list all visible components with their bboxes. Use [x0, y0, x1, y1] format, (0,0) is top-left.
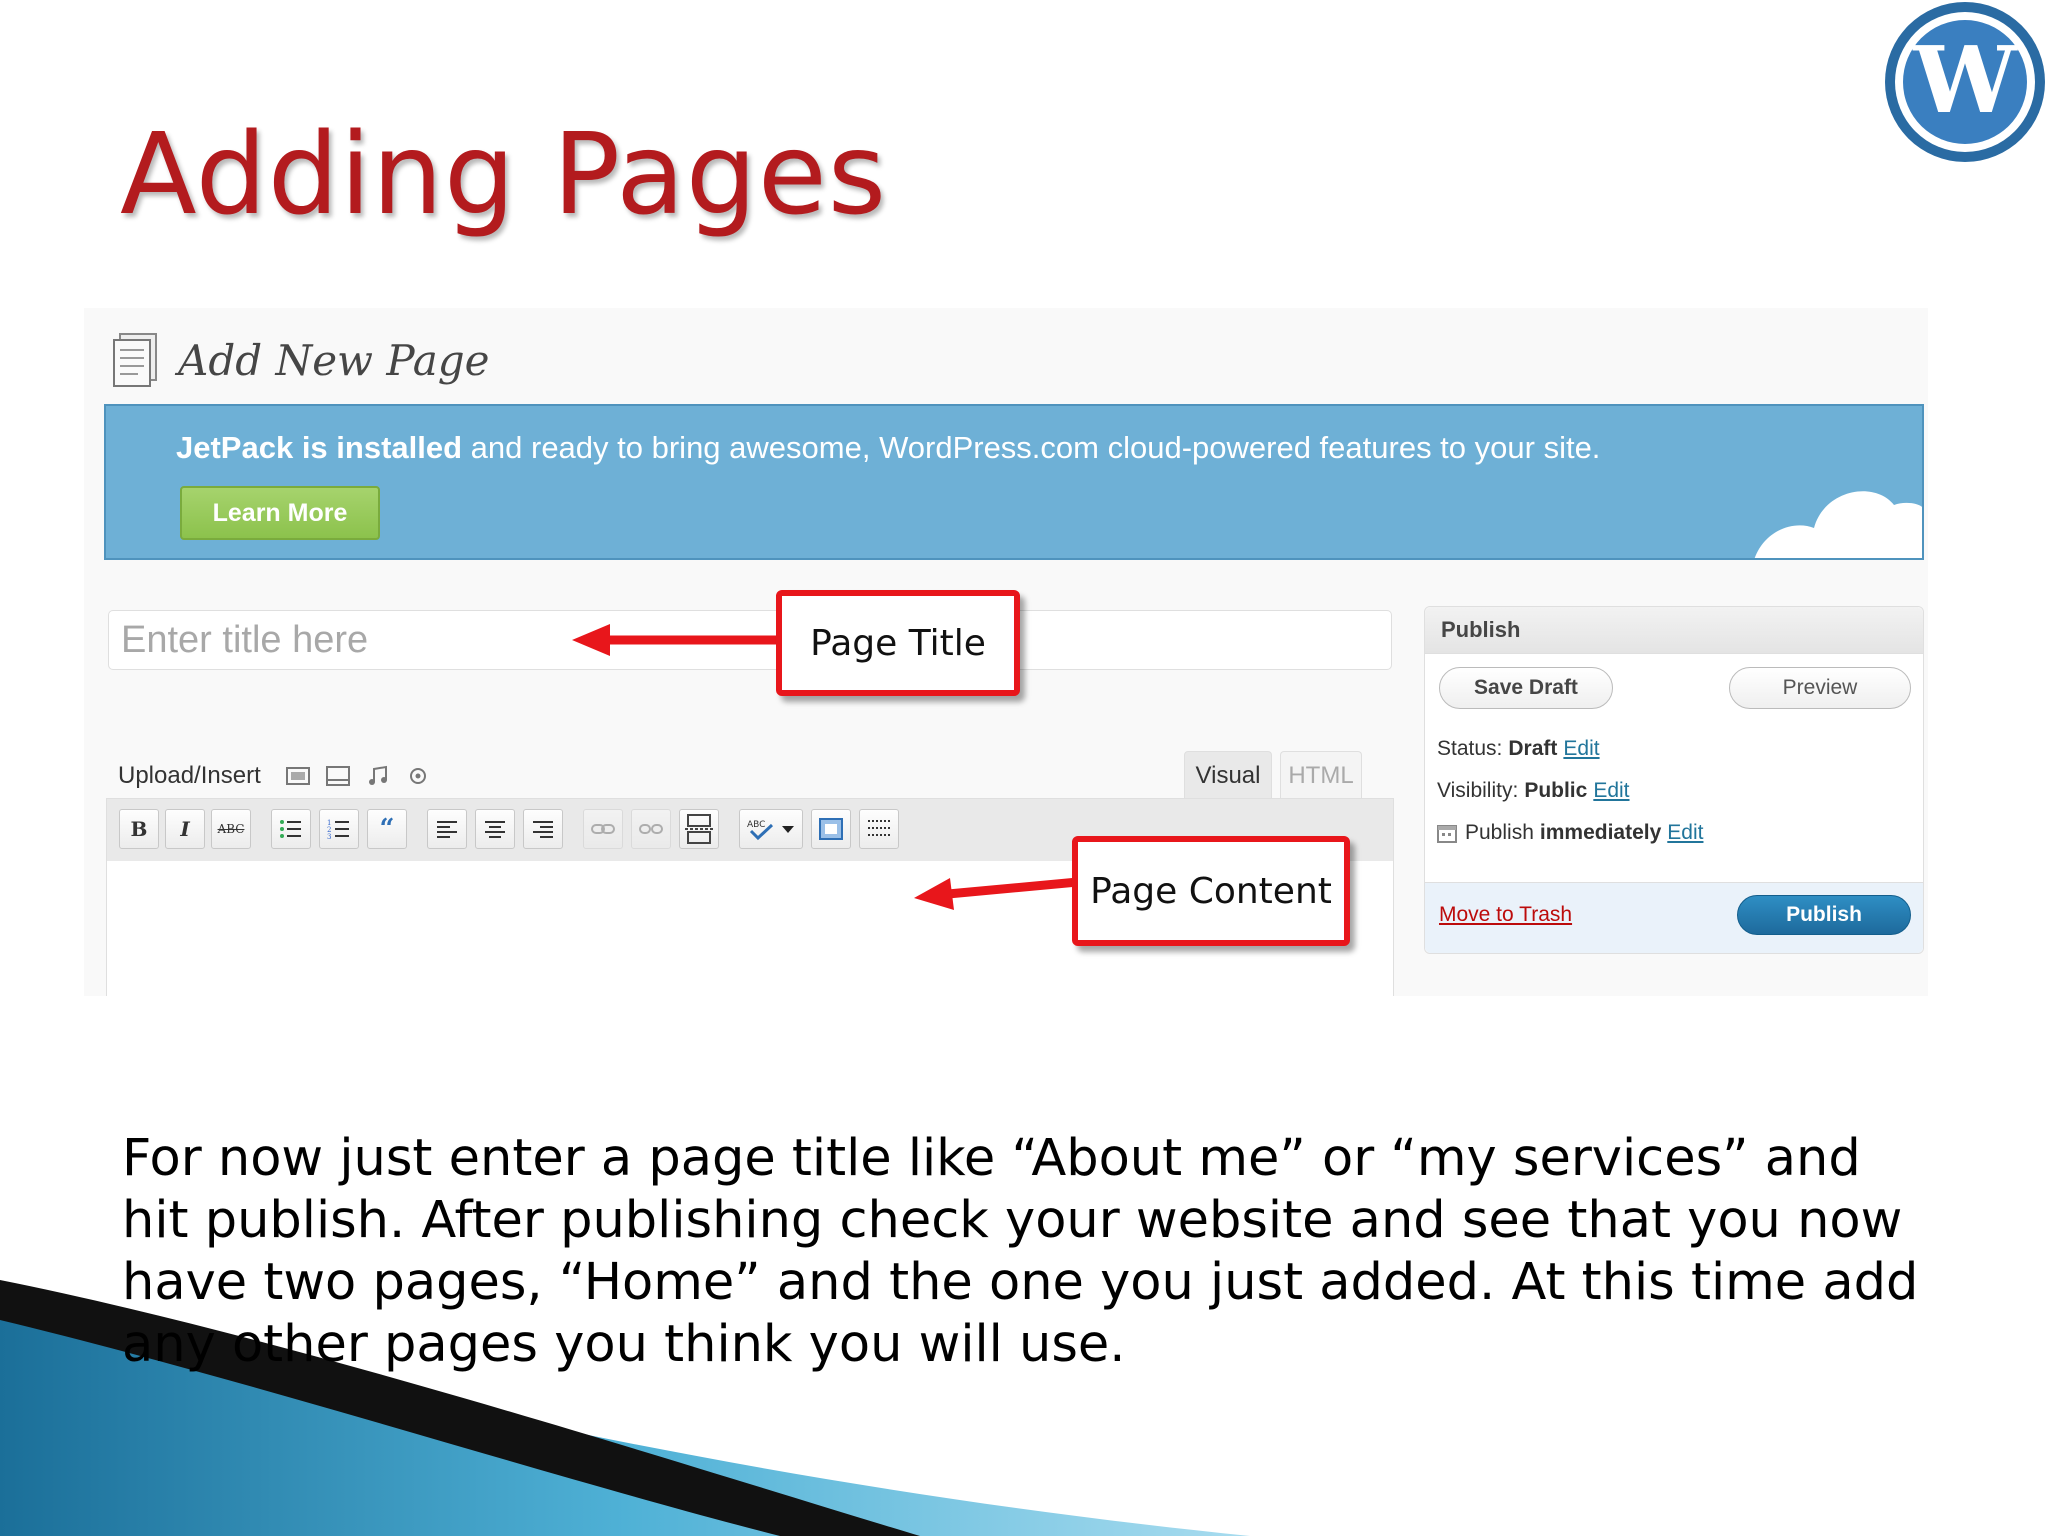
unlink-icon[interactable] [631, 809, 671, 849]
wordpress-logo-icon: W [1885, 2, 2045, 162]
cloud-icon [1754, 491, 1922, 558]
page-heading: Add New Page [178, 335, 490, 385]
schedule-value: immediately [1539, 821, 1662, 844]
page-header: Add New Page [110, 330, 490, 390]
align-right-icon[interactable] [523, 809, 563, 849]
publish-box: Publish Save Draft Preview Status: Draft… [1424, 606, 1924, 954]
image-icon[interactable] [285, 764, 311, 788]
more-tag-icon[interactable] [679, 809, 719, 849]
body-paragraph: For now just enter a page title like “Ab… [122, 1129, 1919, 1374]
publish-heading: Publish [1425, 607, 1923, 654]
visibility-value: Public [1524, 779, 1588, 802]
align-center-icon[interactable] [475, 809, 515, 849]
notice-bold-text: JetPack is installed [176, 430, 463, 465]
visibility-label: Visibility: [1437, 779, 1519, 802]
publish-button[interactable]: Publish [1737, 895, 1911, 935]
schedule-row: Publish immediately Edit [1437, 821, 1703, 845]
move-to-trash-link[interactable]: Move to Trash [1439, 903, 1572, 927]
notice-text: JetPack is installed and ready to bring … [176, 430, 1600, 466]
learn-more-button[interactable]: Learn More [180, 486, 380, 540]
pages-icon [113, 333, 157, 387]
kitchen-sink-icon[interactable] [859, 809, 899, 849]
notice-rest-text: and ready to bring awesome, WordPress.co… [462, 430, 1601, 465]
tab-visual[interactable]: Visual [1184, 751, 1272, 799]
visibility-edit-link[interactable]: Edit [1593, 779, 1629, 803]
media-gear-icon[interactable] [405, 764, 431, 788]
status-value: Draft [1508, 737, 1558, 760]
calendar-icon [1437, 825, 1457, 843]
save-draft-button[interactable]: Save Draft [1439, 667, 1613, 709]
status-label: Status: [1437, 737, 1503, 760]
link-icon[interactable] [583, 809, 623, 849]
jetpack-notice: JetPack is installed and ready to bring … [104, 404, 1924, 560]
page-content-callout: Page Content [1072, 836, 1350, 946]
bold-icon[interactable]: B [119, 809, 159, 849]
publish-actions: Move to Trash Publish [1425, 882, 1923, 953]
upload-insert-label: Upload/Insert [118, 762, 261, 789]
status-edit-link[interactable]: Edit [1563, 737, 1599, 761]
preview-button[interactable]: Preview [1729, 667, 1911, 709]
content-arrow-icon [914, 877, 1078, 910]
schedule-edit-link[interactable]: Edit [1667, 821, 1703, 845]
schedule-label: Publish [1465, 821, 1534, 844]
upload-insert-row: Upload/Insert [118, 756, 445, 796]
audio-icon[interactable] [365, 764, 391, 788]
align-left-icon[interactable] [427, 809, 467, 849]
svg-text:3: 3 [327, 833, 331, 840]
slide-title: Adding Pages [120, 110, 888, 240]
visibility-row: Visibility: Public Edit [1437, 779, 1630, 803]
svg-text:W: W [1912, 26, 2018, 134]
page-title-callout: Page Title [776, 590, 1020, 696]
spellcheck-icon[interactable]: ABC [739, 809, 803, 849]
fullscreen-icon[interactable] [811, 809, 851, 849]
title-arrow-icon [572, 624, 784, 656]
numbered-list-icon[interactable]: 123 [319, 809, 359, 849]
italic-icon[interactable]: I [165, 809, 205, 849]
svg-text:ABC: ABC [747, 820, 765, 830]
video-icon[interactable] [325, 764, 351, 788]
strikethrough-icon[interactable]: ABC [211, 809, 251, 849]
blockquote-icon[interactable]: “ [367, 809, 407, 849]
tab-html[interactable]: HTML [1280, 751, 1362, 799]
status-row: Status: Draft Edit [1437, 737, 1600, 761]
bullet-list-icon[interactable] [271, 809, 311, 849]
